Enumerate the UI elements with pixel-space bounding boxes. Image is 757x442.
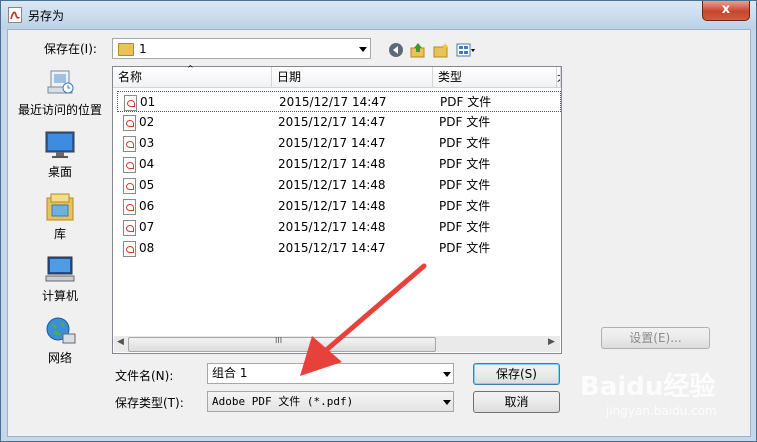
desktop-icon	[45, 131, 75, 158]
file-name: 08	[139, 241, 155, 255]
file-name: 01	[140, 95, 156, 109]
chevron-down-icon	[359, 47, 367, 52]
file-type: PDF 文件	[439, 178, 491, 192]
scroll-left-icon[interactable]: ◀	[117, 337, 124, 347]
place-network[interactable]: 网络	[14, 316, 106, 366]
up-folder-icon[interactable]	[410, 42, 426, 58]
file-type: PDF 文件	[439, 199, 491, 213]
file-row[interactable]: 04 2015/12/17 14:48 PDF 文件	[117, 154, 561, 175]
window-title: 另存为	[28, 9, 65, 23]
back-icon[interactable]	[388, 42, 404, 58]
file-name: 03	[139, 136, 155, 150]
look-in-value: 1	[139, 42, 147, 56]
watermark-url: jingyan.baidu.com	[606, 404, 717, 418]
place-label: 网络	[47, 351, 72, 365]
file-name: 02	[139, 115, 155, 129]
annotation-arrow-icon	[300, 263, 427, 376]
file-date: 2015/12/17 14:47	[279, 95, 387, 109]
network-icon	[46, 317, 76, 344]
file-name: 07	[139, 220, 155, 234]
pdf-file-icon	[123, 199, 136, 215]
filetype-select[interactable]: Adobe PDF 文件 (*.pdf)	[207, 391, 454, 412]
file-type: PDF 文件	[440, 95, 492, 109]
file-row[interactable]: 08 2015/12/17 14:47 PDF 文件	[117, 238, 561, 259]
sort-up-icon: ^	[187, 64, 194, 73]
filetype-label: 保存类型(T):	[115, 396, 184, 410]
place-library[interactable]: 库	[14, 192, 106, 242]
look-in-label: 保存在(I):	[44, 42, 97, 56]
file-date: 2015/12/17 14:47	[278, 241, 386, 255]
library-icon	[46, 193, 74, 221]
file-date: 2015/12/17 14:48	[278, 199, 386, 213]
pdf-file-icon	[123, 136, 136, 152]
filetype-value: Adobe PDF 文件 (*.pdf)	[212, 395, 354, 408]
scroll-right-icon[interactable]: ▶	[548, 337, 555, 347]
file-date: 2015/12/17 14:48	[278, 178, 386, 192]
file-row[interactable]: 06 2015/12/17 14:48 PDF 文件	[117, 196, 561, 217]
file-name: 04	[139, 157, 155, 171]
file-row[interactable]: 03 2015/12/17 14:47 PDF 文件	[117, 133, 561, 154]
file-row[interactable]: 05 2015/12/17 14:48 PDF 文件	[117, 175, 561, 196]
column-header-name[interactable]: 名称 ^	[113, 64, 272, 88]
file-date: 2015/12/17 14:47	[278, 115, 386, 129]
place-computer[interactable]: 计算机	[14, 254, 106, 304]
file-row[interactable]: 02 2015/12/17 14:47 PDF 文件	[117, 112, 561, 133]
file-type: PDF 文件	[439, 220, 491, 234]
file-type: PDF 文件	[439, 157, 491, 171]
column-header-size[interactable]: 大	[557, 67, 561, 88]
place-label: 计算机	[41, 289, 78, 303]
scroll-grip-icon: III	[275, 336, 283, 345]
place-label: 桌面	[47, 165, 72, 179]
new-folder-icon[interactable]	[433, 42, 449, 58]
look-in-dropdown[interactable]: 1	[112, 38, 371, 59]
pdf-file-icon	[124, 95, 137, 111]
title-bar[interactable]: 另存为 x	[1, 1, 756, 29]
file-row[interactable]: 07 2015/12/17 14:48 PDF 文件	[117, 217, 561, 238]
save-button[interactable]: 保存(S)	[473, 363, 560, 385]
pdf-file-icon	[123, 157, 136, 173]
view-menu-icon[interactable]	[456, 42, 476, 58]
column-name-label: 名称	[118, 70, 143, 84]
column-date-label: 日期	[277, 70, 302, 84]
file-name: 06	[139, 199, 155, 213]
settings-button[interactable]: 设置(E)...	[601, 327, 710, 349]
filename-value: 组合 1	[212, 366, 248, 380]
recent-places-icon	[47, 70, 74, 94]
watermark-logo: Baidu经验	[580, 372, 716, 402]
column-size-label: 大	[557, 73, 560, 84]
file-type: PDF 文件	[439, 136, 491, 150]
pdf-file-icon	[123, 178, 136, 194]
filename-label: 文件名(N):	[115, 369, 174, 383]
file-type: PDF 文件	[439, 115, 491, 129]
chevron-down-icon	[443, 400, 451, 405]
pdf-app-icon	[8, 7, 22, 23]
cancel-button[interactable]: 取消	[473, 391, 560, 413]
place-label: 最近访问的位置	[17, 103, 102, 117]
file-name: 05	[139, 178, 155, 192]
close-button[interactable]: x	[702, 1, 750, 21]
pdf-file-icon	[123, 220, 136, 236]
place-label: 库	[53, 227, 66, 241]
place-recent[interactable]: 最近访问的位置	[14, 68, 106, 118]
file-date: 2015/12/17 14:48	[278, 220, 386, 234]
pdf-file-icon	[123, 115, 136, 131]
file-date: 2015/12/17 14:47	[278, 136, 386, 150]
file-type: PDF 文件	[439, 241, 491, 255]
column-header-date[interactable]: 日期	[272, 67, 433, 88]
computer-icon	[45, 256, 75, 282]
chevron-down-icon[interactable]	[443, 372, 451, 377]
pdf-file-icon	[123, 241, 136, 257]
file-date: 2015/12/17 14:48	[278, 157, 386, 171]
file-row[interactable]: 01 2015/12/17 14:47 PDF 文件	[117, 91, 561, 112]
folder-icon	[118, 43, 134, 56]
column-type-label: 类型	[438, 70, 463, 84]
place-desktop[interactable]: 桌面	[14, 130, 106, 180]
column-header-type[interactable]: 类型	[433, 67, 557, 88]
